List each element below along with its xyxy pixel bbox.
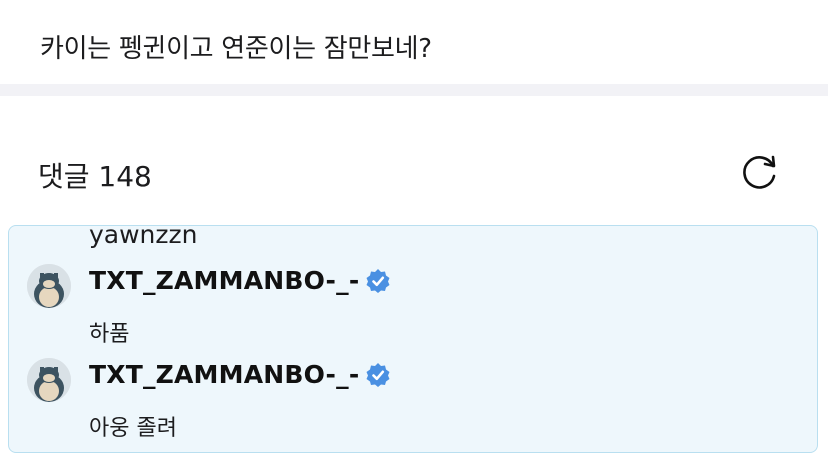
verified-badge-icon	[366, 362, 390, 387]
snorlax-avatar-icon	[27, 358, 71, 402]
comment-author[interactable]: TXT_ZAMMANBO-_-	[89, 266, 359, 295]
refresh-button[interactable]	[740, 152, 780, 192]
comment-thread-highlight: yawnzzn TXT_ZAMMANBO-_- 하품 TXT_ZAMMANBO-…	[8, 225, 818, 453]
author-row: TXT_ZAMMANBO-_-	[89, 360, 391, 389]
verified-badge-icon	[366, 268, 390, 293]
avatar[interactable]	[27, 358, 71, 402]
snorlax-avatar-icon	[27, 264, 71, 308]
comment-text: 하품	[89, 322, 130, 347]
comment-text: 아웅 졸려	[89, 416, 177, 441]
comments-count-header: 댓글 148	[38, 160, 152, 193]
comment-author[interactable]: TXT_ZAMMANBO-_-	[89, 360, 359, 389]
partial-comment-text: yawnzzn	[89, 225, 198, 249]
post-text: 카이는 펭귄이고 연준이는 잠만보네?	[40, 34, 432, 64]
section-divider	[0, 84, 828, 96]
refresh-icon	[743, 155, 776, 189]
avatar[interactable]	[27, 264, 71, 308]
author-row: TXT_ZAMMANBO-_-	[89, 266, 391, 295]
